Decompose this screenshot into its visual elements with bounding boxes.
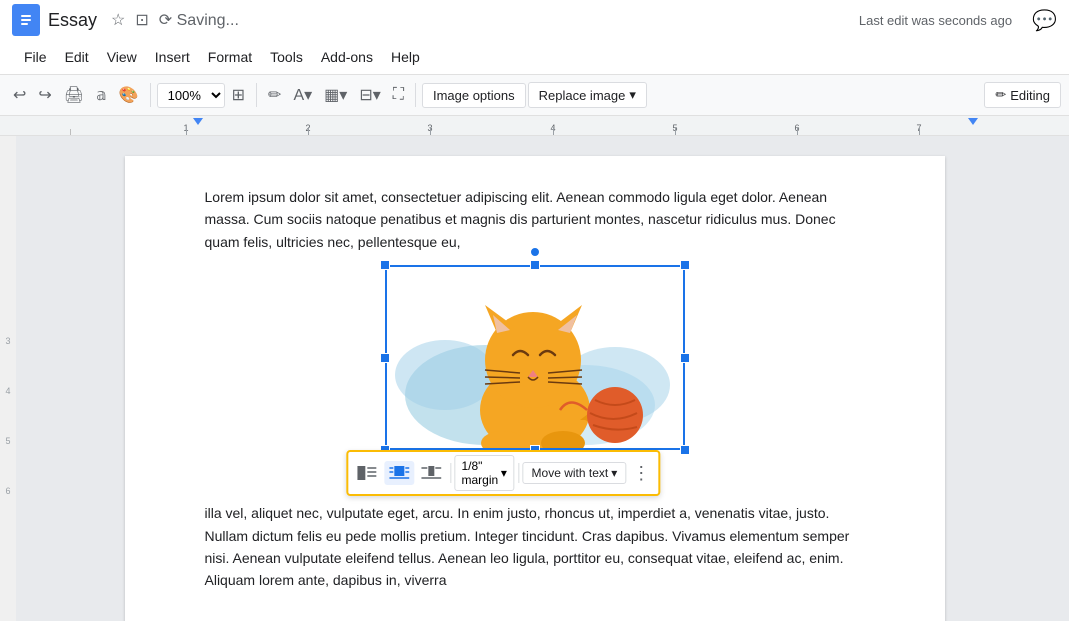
toolbar-divider-3: [415, 83, 416, 107]
chat-icon[interactable]: 💬: [1032, 8, 1057, 33]
print-button[interactable]: 🖨: [59, 81, 89, 109]
menu-view[interactable]: View: [99, 45, 145, 69]
layout-button[interactable]: ⊟▾: [354, 81, 385, 109]
image-options-button[interactable]: Image options: [422, 83, 526, 108]
edit-image-button[interactable]: ✏: [263, 81, 286, 109]
replace-image-label: Replace image: [539, 88, 626, 103]
title-bar: Essay ☆ ⊡ ⟳ Saving... Last edit was seco…: [0, 0, 1069, 40]
zoom-select[interactable]: 100% 75% 150%: [157, 83, 225, 108]
paint-format-button[interactable]: 🎨: [114, 81, 144, 109]
border-button[interactable]: ▦▾: [319, 81, 352, 109]
break-text-button[interactable]: [416, 461, 446, 485]
last-edit-text: Last edit was seconds ago: [859, 13, 1012, 28]
app-icon: [12, 4, 40, 36]
move-with-text-chevron: ▾: [611, 466, 617, 480]
ruler: 1 2 3 4 5 6 7: [0, 116, 1069, 136]
menu-bar: File Edit View Insert Format Tools Add-o…: [0, 40, 1069, 74]
margin-select[interactable]: 1/8" margin ▾: [454, 455, 513, 491]
page-area: 3 4 5 6 Lorem ipsum dolor sit amet, cons…: [0, 136, 1069, 621]
wrap-text-button[interactable]: [384, 461, 414, 485]
spellcheck-button[interactable]: 𝕒: [91, 81, 112, 109]
handle-bottom-right[interactable]: [680, 445, 690, 455]
left-margin: 3 4 5 6: [0, 136, 16, 621]
toolbar-divider-1: [150, 83, 151, 107]
document-page: Lorem ipsum dolor sit amet, consectetuer…: [125, 156, 945, 621]
title-icons: ☆ ⊡ ⟳ Saving...: [109, 8, 241, 32]
inline-wrap-button[interactable]: [352, 461, 382, 485]
rotate-handle[interactable]: [530, 247, 540, 257]
image-float-toolbar: 1/8" margin ▾ Move with text ▾ ⋮: [346, 450, 660, 496]
menu-tools[interactable]: Tools: [262, 45, 311, 69]
move-with-text-button[interactable]: Move with text ▾: [523, 462, 627, 484]
editing-label: Editing: [1010, 88, 1050, 103]
menu-help[interactable]: Help: [383, 45, 428, 69]
doc-title[interactable]: Essay: [48, 10, 97, 31]
page-text-top: Lorem ipsum dolor sit amet, consectetuer…: [205, 186, 865, 253]
redo-button[interactable]: ↪: [33, 81, 56, 109]
fit-button[interactable]: ⊞: [227, 81, 250, 109]
menu-edit[interactable]: Edit: [57, 45, 97, 69]
handle-middle-right[interactable]: [680, 353, 690, 363]
margin-chevron: ▾: [501, 466, 507, 480]
more-options-button[interactable]: ⋮: [628, 461, 654, 486]
handle-top-right[interactable]: [680, 260, 690, 270]
handle-top-left[interactable]: [380, 260, 390, 270]
image-wrapper[interactable]: 1/8" margin ▾ Move with text ▾ ⋮: [385, 265, 685, 450]
handle-top-center[interactable]: [530, 260, 540, 270]
replace-image-chevron: ▾: [629, 87, 636, 103]
undo-button[interactable]: ↩: [8, 81, 31, 109]
folder-icon[interactable]: ⊡: [133, 8, 150, 32]
menu-insert[interactable]: Insert: [147, 45, 198, 69]
menu-format[interactable]: Format: [200, 45, 260, 69]
highlight-color-button[interactable]: A▾: [288, 81, 317, 109]
float-toolbar-divider: [450, 463, 451, 483]
margin-label: 1/8" margin: [461, 459, 498, 487]
page-text-bottom: illa vel, aliquet nec, vulputate eget, a…: [205, 502, 865, 592]
image-container: 1/8" margin ▾ Move with text ▾ ⋮: [205, 265, 865, 450]
edit-pencil-icon: ✏: [995, 87, 1006, 103]
menu-file[interactable]: File: [16, 45, 55, 69]
toolbar-divider-2: [256, 83, 257, 107]
saving-spinner: ⟳ Saving...: [157, 8, 241, 32]
crop-button[interactable]: ⛶: [388, 82, 409, 108]
handle-middle-left[interactable]: [380, 353, 390, 363]
replace-image-button[interactable]: Replace image ▾: [528, 82, 647, 108]
star-icon[interactable]: ☆: [109, 8, 127, 32]
editing-button[interactable]: ✏ Editing: [984, 82, 1061, 108]
menu-addons[interactable]: Add-ons: [313, 45, 381, 69]
saving-text: ⟳ Saving...: [159, 12, 239, 29]
cat-image[interactable]: [385, 265, 685, 450]
move-with-text-label: Move with text: [532, 466, 609, 480]
toolbar: ↩ ↪ 🖨 𝕒 🎨 100% 75% 150% ⊞ ✏ A▾ ▦▾ ⊟▾ ⛶ I…: [0, 74, 1069, 116]
float-toolbar-divider-2: [518, 463, 519, 483]
